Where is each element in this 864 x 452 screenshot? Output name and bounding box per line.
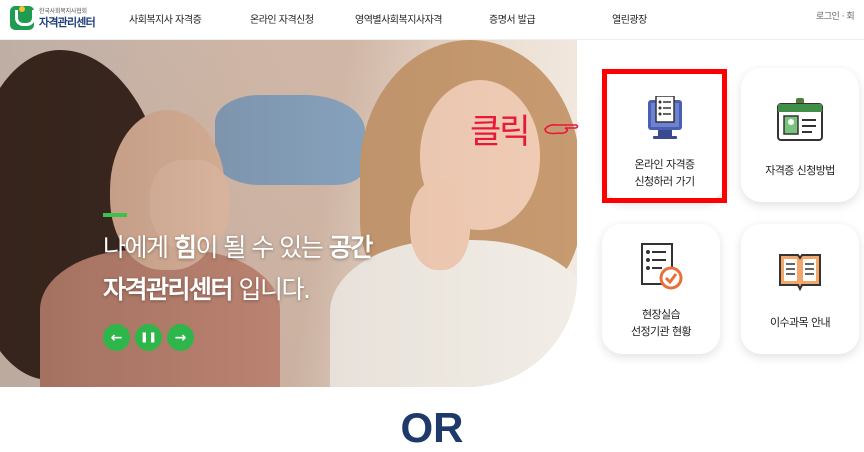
nav-item-online-apply[interactable]: 온라인 자격신청 (250, 11, 314, 26)
hero-text-bold: 공간 (328, 233, 374, 262)
hero-headline-line1: 나에게 힘이 될 수 있는 공간 (103, 228, 374, 264)
logo-title: 자격관리센터 (39, 15, 96, 29)
pause-icon: ❚❚ (140, 332, 157, 343)
slide-prev-button[interactable]: ← (103, 324, 130, 351)
checklist-icon (634, 240, 688, 294)
highlight-box (602, 69, 727, 203)
hero-banner: 나에게 힘이 될 수 있는 공간 자격관리센터 입니다. ← ❚❚ → (0, 40, 577, 387)
top-header: 한국사회복지사협회 자격관리센터 사회복지사 자격증 온라인 자격신청 영역별사… (0, 0, 864, 40)
card-label-line1: 현장실습 (641, 308, 681, 321)
logo-mark-icon (10, 6, 35, 30)
hero-accent-bar (103, 213, 127, 217)
hero-text: 입니다. (232, 275, 310, 304)
card-label-line2: 선정기관 현황 (630, 325, 692, 338)
login-link[interactable]: 로그인 · 회 (816, 9, 855, 22)
site-logo[interactable]: 한국사회복지사협회 자격관리센터 (10, 6, 96, 30)
logo-org-name: 한국사회복지사협회 (39, 7, 87, 15)
pointing-hand-icon (543, 121, 581, 141)
card-field-practice[interactable]: 현장실습 선정기관 현황 (602, 224, 720, 354)
card-label-line1: 자격증 신청방법 (765, 164, 835, 177)
card-course-guide[interactable]: 이수과목 안내 (741, 224, 859, 354)
slide-next-button[interactable]: → (167, 324, 194, 351)
hero-text-bold: 힘 (173, 233, 197, 262)
click-annotation-text: 클릭 (470, 112, 531, 152)
card-label: 자격증 신청방법 (765, 162, 835, 179)
card-label-line1: 이수과목 안내 (769, 316, 831, 329)
nav-item-certificate-issue[interactable]: 증명서 발급 (489, 11, 536, 26)
nav-item-open-square[interactable]: 열린광장 (612, 11, 647, 26)
hero-text-bold: 자격관리센터 (103, 275, 234, 304)
id-card-icon (773, 94, 827, 148)
hero-text: 이 될 수 있는 (195, 233, 329, 262)
arrow-right-icon: → (174, 329, 187, 346)
nav-item-field-qualification[interactable]: 영역별사회복지사자격 (355, 11, 443, 26)
card-apply-method[interactable]: 자격증 신청방법 (741, 68, 859, 202)
arrow-left-icon: ← (110, 329, 123, 346)
hero-text: 나에게 (103, 233, 174, 262)
card-label: 이수과목 안내 (769, 314, 831, 331)
nav-item-certificate[interactable]: 사회복지사 자격증 (129, 11, 202, 26)
or-separator-text: OR (400, 404, 464, 451)
hero-overlay (0, 40, 577, 387)
hero-headline-line2: 자격관리센터 입니다. (103, 270, 311, 306)
slide-pause-button[interactable]: ❚❚ (135, 324, 162, 351)
open-book-icon (773, 244, 827, 298)
card-label: 현장실습 선정기관 현황 (630, 306, 692, 340)
